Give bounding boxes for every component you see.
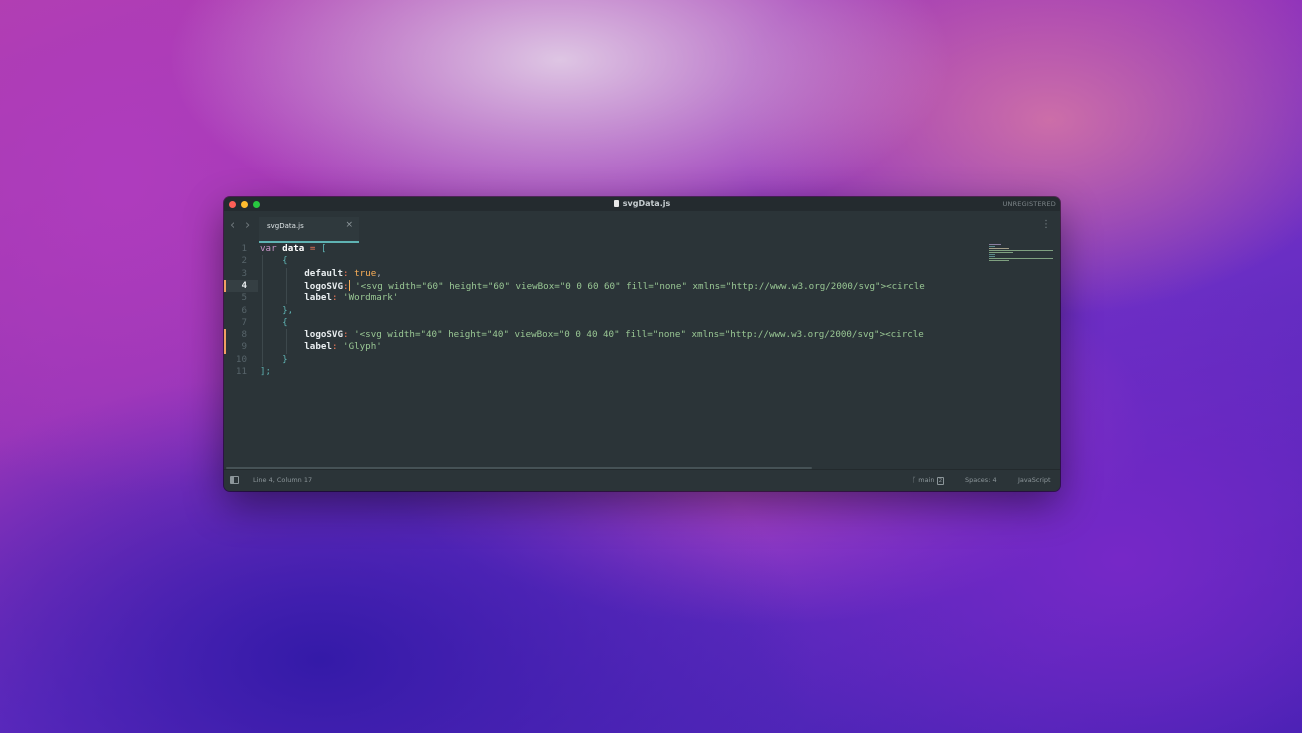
back-arrow-icon[interactable]: ‹ (230, 219, 235, 233)
line-number: 3 (241, 267, 247, 279)
line-number: 7 (241, 316, 247, 328)
line-number: 2 (241, 255, 247, 267)
code-line: label: 'Glyph' (304, 341, 382, 353)
branch-badge: 2 (936, 477, 945, 485)
code-line: { (282, 316, 288, 328)
modified-line-marker (224, 279, 226, 293)
syntax-mode[interactable]: JavaScript (1018, 476, 1051, 484)
file-icon (613, 200, 619, 207)
line-number: 5 (241, 292, 247, 304)
line-number: 6 (241, 304, 247, 316)
tab-label: svgData.js (267, 222, 304, 230)
window-title: svgData.js (224, 199, 1060, 208)
minimap-line (989, 252, 1013, 253)
line-number: 1 (241, 243, 247, 254)
minimap-line (989, 254, 995, 255)
sidebar-toggle-icon[interactable] (230, 476, 239, 484)
minimap-line (989, 250, 1053, 251)
editor-window: svgData.js UNREGISTERED ‹ › svgData.js ×… (224, 197, 1060, 491)
line-number: 11 (235, 366, 247, 377)
line-number-active: 4 (241, 279, 247, 291)
tab-bar: ‹ › svgData.js × ⋮ (224, 211, 1060, 243)
code-editor[interactable]: 1 2 3 4 5 6 7 8 9 10 11 var data = [ { d… (224, 243, 1060, 467)
minimap[interactable] (986, 243, 1056, 467)
code-area[interactable]: var data = [ { default: true, logoSVG: '… (260, 243, 986, 467)
code-line: { (282, 255, 288, 267)
code-line: }, (282, 304, 294, 316)
minimap-line (989, 244, 1001, 245)
code-line: default: true, (304, 267, 382, 279)
minimap-line (989, 260, 1009, 261)
window-title-text: svgData.js (622, 199, 671, 208)
code-line: var data = [ (260, 243, 327, 254)
forward-arrow-icon[interactable]: › (245, 219, 250, 233)
code-line: logoSVG: '<svg width="40" height="40" vi… (304, 329, 924, 341)
close-tab-icon[interactable]: × (345, 220, 353, 230)
line-number: 8 (241, 329, 247, 341)
title-bar: svgData.js UNREGISTERED (224, 197, 1060, 211)
line-number-gutter: 1 2 3 4 5 6 7 8 9 10 11 (224, 243, 258, 467)
branch-icon: ᚴ (912, 476, 917, 484)
minimap-line (989, 246, 995, 247)
code-line-active: logoSVG: '<svg width="60" height="60" vi… (304, 279, 925, 292)
indentation-setting[interactable]: Spaces: 4 (965, 476, 997, 484)
status-bar: Line 4, Column 17 ᚴ main 2 Spaces: 4 Jav… (224, 469, 1060, 491)
code-line: label: 'Wordmark' (304, 292, 399, 304)
minimap-line (989, 258, 1053, 259)
code-line: ]; (260, 366, 272, 377)
branch-name: main (918, 476, 935, 484)
cursor-position[interactable]: Line 4, Column 17 (253, 476, 312, 484)
more-options-icon[interactable]: ⋮ (1041, 220, 1051, 230)
tab-svgdata-js[interactable]: svgData.js × (259, 217, 359, 243)
minimap-line (989, 256, 995, 257)
git-branch[interactable]: ᚴ main 2 (912, 476, 945, 485)
modified-line-marker (224, 329, 226, 354)
code-line: } (282, 353, 288, 365)
unregistered-label: UNREGISTERED (1002, 200, 1056, 208)
line-number: 10 (235, 353, 247, 365)
minimap-line (989, 248, 1009, 249)
text-caret (348, 279, 350, 291)
line-number: 9 (241, 341, 247, 353)
